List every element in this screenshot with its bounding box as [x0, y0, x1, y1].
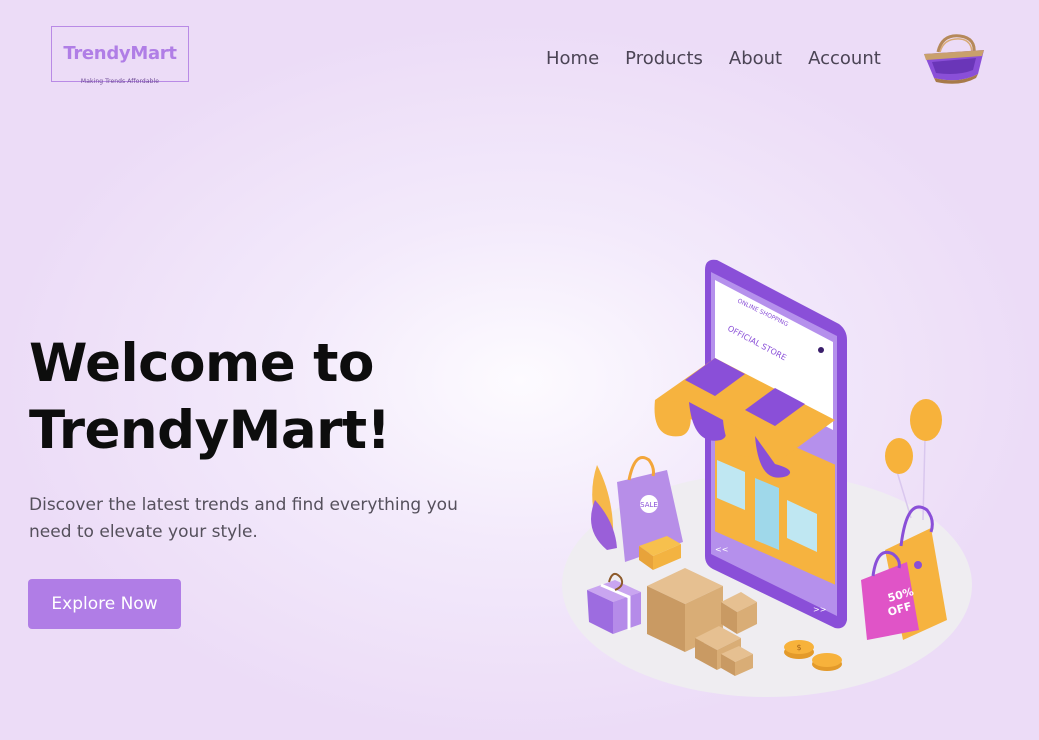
divider — [62, 80, 77, 82]
sale-tag-label: SALE — [640, 501, 658, 509]
coin-symbol: $ — [796, 643, 801, 652]
nav-link-products[interactable]: Products — [625, 48, 703, 69]
online-store-illustration: SALE ONLINE SHOPPING OFFICIAL STORE << >… — [555, 250, 985, 705]
hero-title-line-2: TrendyMart! — [29, 400, 391, 461]
brand-logo[interactable]: TrendyMart Making Trends Affordable — [51, 26, 189, 85]
nav-link-account[interactable]: Account — [808, 48, 881, 69]
hero-title: Welcome to TrendyMart! — [29, 330, 391, 464]
phone-prev-label: << — [715, 545, 728, 554]
main-nav: Home Products About Account — [546, 48, 907, 69]
explore-now-button[interactable]: Explore Now — [28, 579, 181, 629]
nav-link-about[interactable]: About — [729, 48, 782, 69]
nav-link-home[interactable]: Home — [546, 48, 599, 69]
phone-next-label: >> — [813, 605, 826, 614]
divider — [163, 80, 179, 82]
shopping-basket-icon[interactable] — [920, 30, 988, 86]
brand-tagline: Making Trends Affordable — [80, 77, 160, 85]
hero-title-line-1: Welcome to — [29, 333, 374, 394]
brand-name: TrendyMart — [63, 43, 177, 64]
hero-subtitle: Discover the latest trends and find ever… — [29, 495, 458, 542]
brand-tagline-row: Making Trends Affordable — [62, 76, 179, 86]
